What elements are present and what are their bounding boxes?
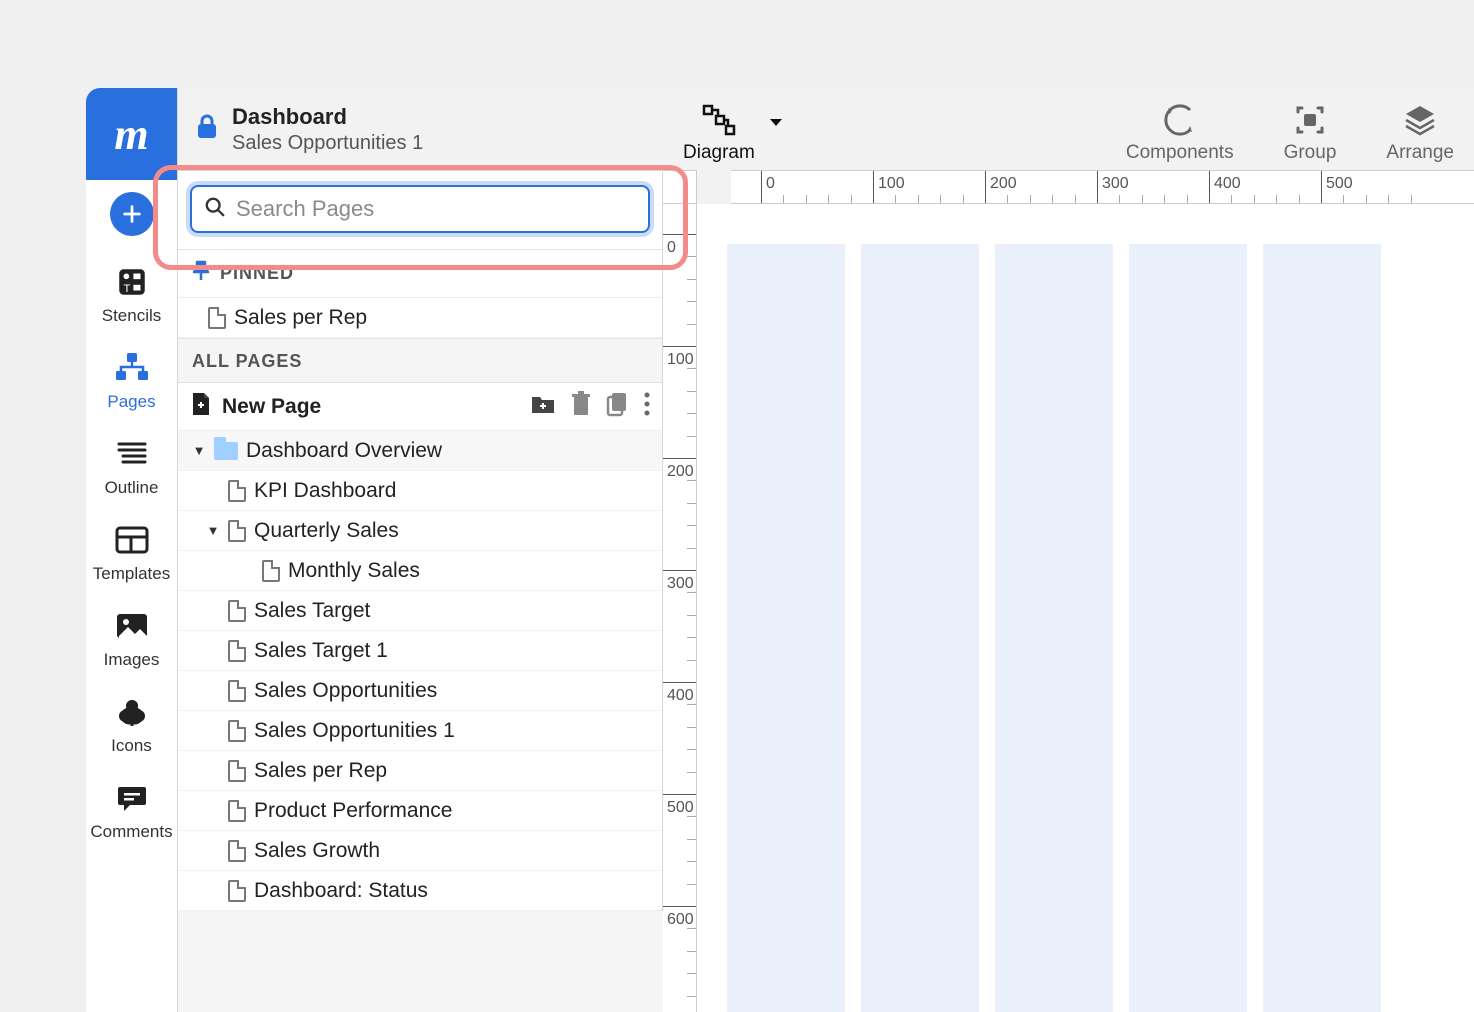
svg-text:T: T bbox=[123, 283, 130, 295]
rail-templates[interactable]: Templates bbox=[86, 508, 177, 594]
tree-page-item[interactable]: Sales Target 1 bbox=[178, 631, 662, 671]
components-icon bbox=[1162, 102, 1198, 138]
pin-icon bbox=[192, 260, 210, 287]
rail-stencils[interactable]: T Stencils bbox=[86, 250, 177, 336]
header: Dashboard Sales Opportunities 1 bbox=[178, 88, 663, 170]
page-icon bbox=[228, 800, 246, 822]
page-icon bbox=[228, 680, 246, 702]
page-icon bbox=[228, 760, 246, 782]
tree-item-label: Quarterly Sales bbox=[254, 519, 399, 543]
ruler-vertical: 0100200300400500600 bbox=[663, 204, 697, 1012]
new-folder-icon[interactable] bbox=[530, 393, 556, 420]
tree-item-label: Product Performance bbox=[254, 799, 452, 823]
tool-group[interactable]: Group bbox=[1284, 102, 1337, 164]
page-title: Dashboard bbox=[232, 104, 423, 130]
new-page-label[interactable]: New Page bbox=[222, 395, 520, 419]
rail-comments[interactable]: Comments bbox=[86, 766, 177, 852]
comments-icon bbox=[112, 778, 152, 818]
tree-page-item[interactable]: Sales Growth bbox=[178, 831, 662, 871]
diagram-icon bbox=[700, 102, 738, 138]
tree-item-label: Sales per Rep bbox=[254, 759, 387, 783]
pages-icon bbox=[112, 348, 152, 388]
tree-item-label: Sales Target 1 bbox=[254, 639, 388, 663]
arrange-icon bbox=[1402, 102, 1438, 138]
search-icon bbox=[204, 196, 226, 223]
icons-icon bbox=[112, 692, 152, 732]
images-icon bbox=[112, 606, 152, 646]
all-pages-heading: ALL PAGES bbox=[178, 338, 662, 383]
tree-page-item[interactable]: Dashboard: Status bbox=[178, 871, 662, 911]
rail-icons[interactable]: Icons bbox=[86, 680, 177, 766]
plus-icon bbox=[110, 192, 154, 236]
rail-label: Icons bbox=[111, 736, 152, 756]
toolbar: Diagram Components Group bbox=[663, 88, 1474, 170]
lock-icon bbox=[196, 114, 218, 145]
rail-label: Outline bbox=[105, 478, 159, 498]
tool-arrange[interactable]: Arrange bbox=[1386, 102, 1454, 164]
tree-page-item[interactable]: Sales Opportunities bbox=[178, 671, 662, 711]
outline-icon bbox=[112, 434, 152, 474]
tree-item-label: Sales Target bbox=[254, 599, 370, 623]
page-icon bbox=[228, 600, 246, 622]
new-page-row: New Page bbox=[178, 383, 662, 431]
new-page-icon bbox=[190, 391, 212, 422]
rail-label: Comments bbox=[90, 822, 172, 842]
page-icon bbox=[228, 840, 246, 862]
templates-icon bbox=[112, 520, 152, 560]
tree-item-label: Sales Opportunities 1 bbox=[254, 719, 455, 743]
page-subtitle: Sales Opportunities 1 bbox=[232, 132, 423, 155]
left-rail: m T Stencils Pages Outline bbox=[86, 88, 178, 1012]
tree-item-label: Monthly Sales bbox=[288, 559, 420, 583]
tree-page-item[interactable]: Sales per Rep bbox=[178, 751, 662, 791]
rail-label: Images bbox=[104, 650, 160, 670]
rail-images[interactable]: Images bbox=[86, 594, 177, 680]
duplicate-icon[interactable] bbox=[606, 391, 630, 422]
rail-label: Templates bbox=[93, 564, 170, 584]
tree-item-label: KPI Dashboard bbox=[254, 479, 396, 503]
tree-item-label: Dashboard: Status bbox=[254, 879, 428, 903]
search-input[interactable] bbox=[236, 196, 636, 222]
rail-label: Pages bbox=[107, 392, 155, 412]
group-icon bbox=[1292, 102, 1328, 138]
rail-pages[interactable]: Pages bbox=[86, 336, 177, 422]
tree-page-item[interactable]: Product Performance bbox=[178, 791, 662, 831]
tree-item-label: Sales Opportunities bbox=[254, 679, 437, 703]
layout-grid bbox=[727, 244, 1474, 1012]
page-icon bbox=[228, 880, 246, 902]
folder-icon bbox=[214, 442, 238, 460]
rail-label: Stencils bbox=[102, 306, 162, 326]
tree-page-item[interactable]: ▼ Quarterly Sales bbox=[178, 511, 662, 551]
ruler-horizontal: 0100200300400500 bbox=[731, 170, 1474, 204]
tree-page-item[interactable]: Monthly Sales bbox=[178, 551, 662, 591]
tree-item-label: Sales Growth bbox=[254, 839, 380, 863]
page-icon bbox=[228, 640, 246, 662]
chevron-down-icon[interactable]: ▼ bbox=[206, 523, 220, 538]
more-icon[interactable] bbox=[644, 392, 650, 421]
page-icon bbox=[262, 560, 280, 582]
stencils-icon: T bbox=[112, 262, 152, 302]
search-pages-field[interactable] bbox=[190, 185, 650, 233]
canvas[interactable] bbox=[697, 204, 1474, 1012]
chevron-down-icon[interactable]: ▼ bbox=[192, 443, 206, 458]
tree-page-item[interactable]: Sales Target bbox=[178, 591, 662, 631]
page-icon bbox=[228, 520, 246, 542]
tool-components[interactable]: Components bbox=[1126, 102, 1234, 164]
app-logo: m bbox=[86, 88, 177, 180]
pinned-heading: PINNED bbox=[178, 250, 662, 298]
tree-page-item[interactable]: KPI Dashboard bbox=[178, 471, 662, 511]
dropdown-caret-icon[interactable] bbox=[769, 115, 783, 133]
page-icon bbox=[228, 720, 246, 742]
tool-diagram[interactable]: Diagram bbox=[683, 102, 755, 164]
page-icon bbox=[228, 480, 246, 502]
pinned-item[interactable]: Sales per Rep bbox=[178, 298, 662, 338]
rail-outline[interactable]: Outline bbox=[86, 422, 177, 508]
add-button[interactable] bbox=[86, 180, 177, 250]
tree-folder[interactable]: ▼ Dashboard Overview bbox=[178, 431, 662, 471]
delete-icon[interactable] bbox=[570, 391, 592, 422]
tree-page-item[interactable]: Sales Opportunities 1 bbox=[178, 711, 662, 751]
pages-panel: PINNED Sales per Rep ALL PAGES New Page bbox=[178, 170, 663, 911]
page-icon bbox=[208, 307, 226, 329]
